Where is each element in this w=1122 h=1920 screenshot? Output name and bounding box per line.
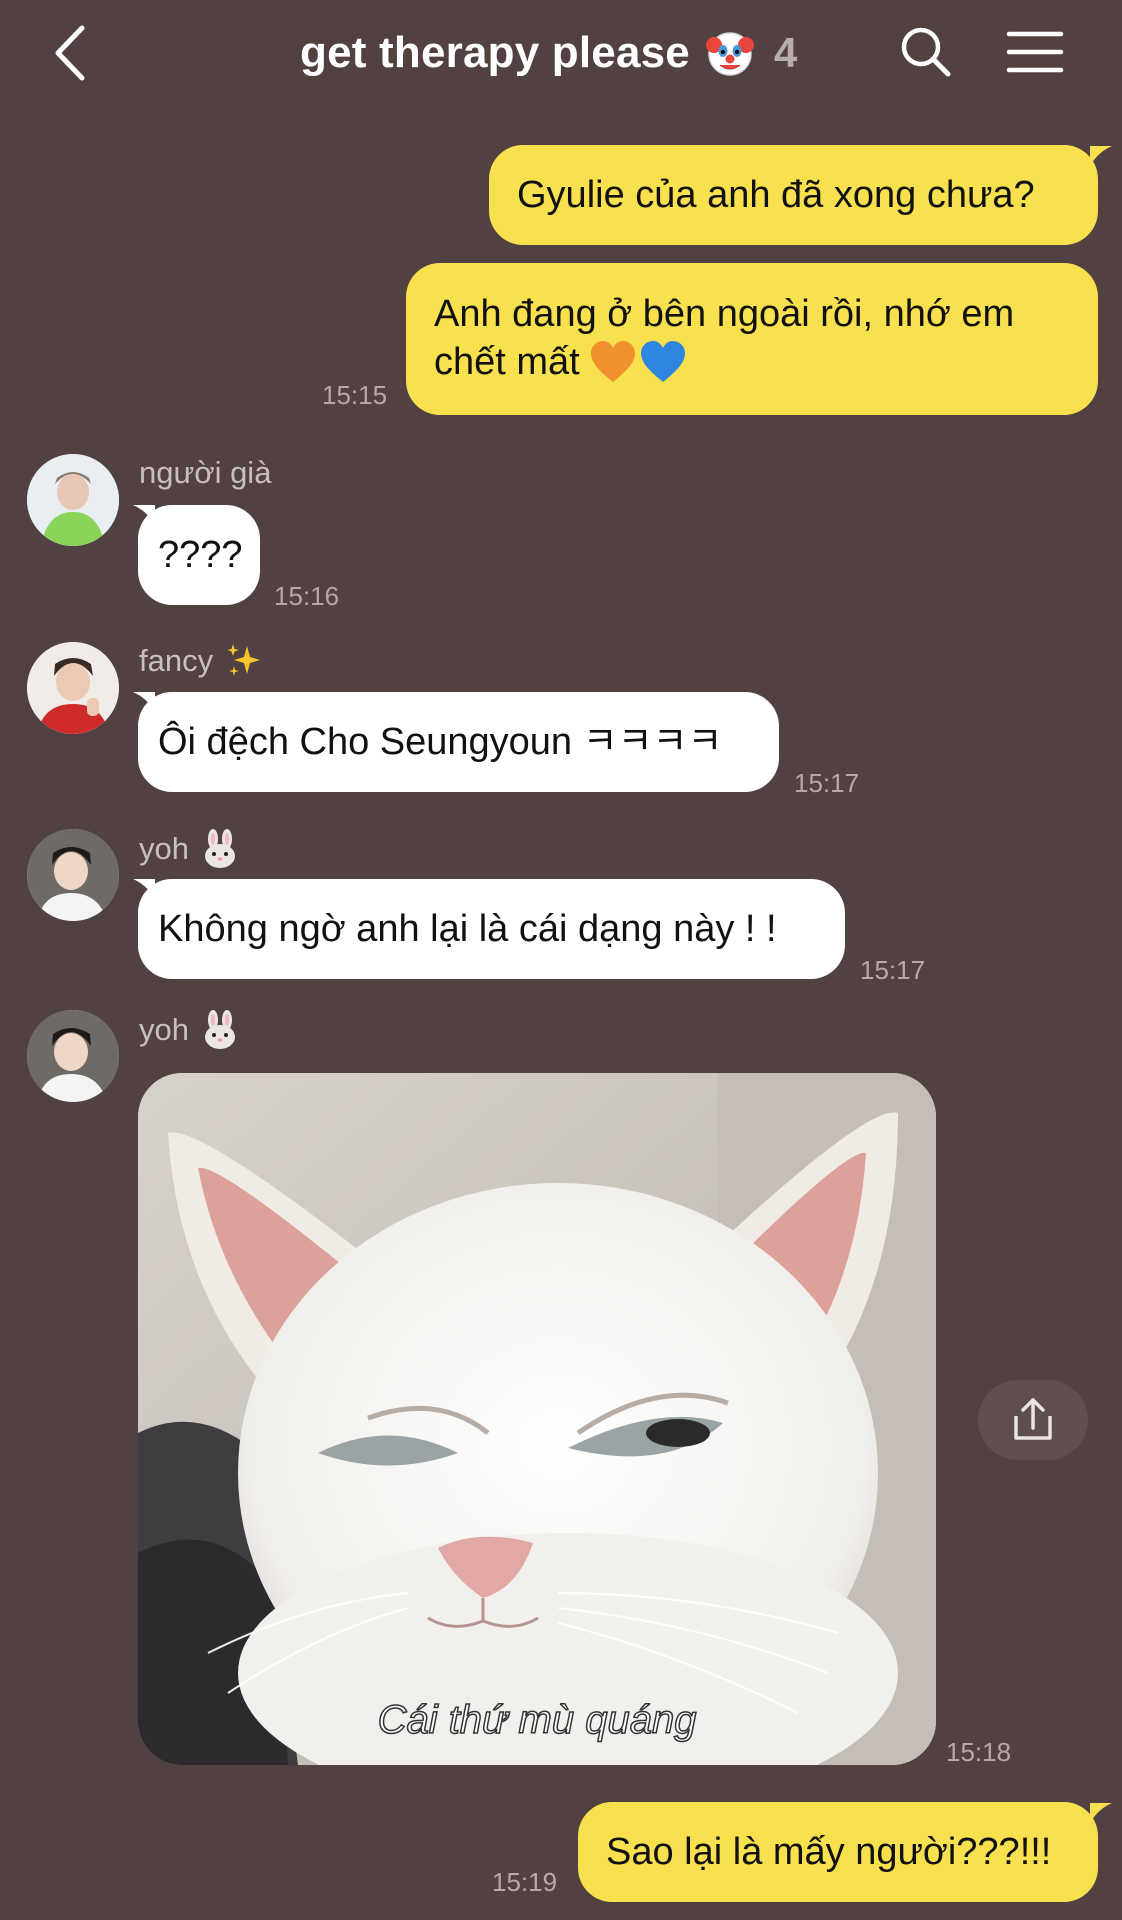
sparkles-icon [227, 644, 261, 676]
bubble-tail [133, 692, 155, 712]
sender-name: yoh [139, 1012, 189, 1047]
bubble-tail [133, 505, 155, 525]
avatar-image [27, 642, 119, 734]
message-timestamp: 15:19 [492, 1867, 558, 1897]
message-line: chết mất [434, 341, 580, 383]
message-timestamp: 15:15 [322, 380, 388, 410]
message-text: Ôi đệch Cho Seungyoun ㅋㅋㅋㅋ [158, 721, 723, 763]
sender-name: fancy [139, 643, 214, 678]
chat-header: get therapy please 4 [0, 0, 1122, 105]
cat-photo [138, 1073, 936, 1765]
avatar-image [27, 1010, 119, 1102]
sender-name-row: fancy [139, 642, 263, 680]
clown-face-icon [705, 32, 754, 76]
image-message[interactable]: Cái thứ mù quáng [138, 1073, 936, 1765]
hamburger-menu-icon [1006, 31, 1064, 73]
bubble-tail [1090, 146, 1112, 166]
rabbit-face-icon [204, 1010, 235, 1049]
sender-name-row: yoh [139, 829, 239, 869]
message-timestamp: 15:17 [860, 955, 926, 985]
message-timestamp: 15:16 [274, 581, 340, 611]
avatar[interactable] [27, 454, 119, 546]
sender-name: yoh [139, 831, 189, 866]
incoming-message-bubble[interactable]: Ôi đệch Cho Seungyoun ㅋㅋㅋㅋ [138, 692, 779, 792]
search-icon [901, 27, 951, 77]
share-icon [1014, 1398, 1052, 1440]
message-timestamp: 15:18 [946, 1737, 1012, 1767]
bubble-tail [133, 879, 155, 899]
image-caption: Cái thứ mù quáng [377, 1697, 697, 1743]
avatar[interactable] [27, 1010, 119, 1102]
incoming-message-bubble[interactable]: Không ngờ anh lại là cái dạng này ! ! [138, 879, 845, 979]
orange-heart-icon [590, 341, 635, 382]
blue-heart-icon [640, 341, 685, 382]
message-text: Không ngờ anh lại là cái dạng này ! ! [158, 908, 777, 950]
message-text: Sao lại là mấy người???!!! [606, 1831, 1052, 1873]
avatar[interactable] [27, 642, 119, 734]
chat-screen: get therapy please 4 Gyulie của anh đã x… [0, 0, 1122, 1920]
sender-name: người già [139, 455, 272, 490]
member-count: 4 [773, 29, 798, 76]
back-button[interactable] [44, 18, 104, 88]
chat-title-area[interactable]: get therapy please 4 [300, 22, 797, 84]
chevron-left-icon [55, 25, 85, 81]
menu-button[interactable] [1006, 24, 1064, 80]
outgoing-message-bubble[interactable]: Anh đang ở bên ngoài rồi, nhớ em chết mấ… [406, 263, 1098, 415]
rabbit-face-icon [204, 829, 235, 868]
outgoing-message-bubble[interactable]: Gyulie của anh đã xong chưa? [489, 145, 1098, 245]
search-button[interactable] [896, 22, 956, 82]
share-button[interactable] [978, 1380, 1088, 1460]
message-text: Gyulie của anh đã xong chưa? [517, 174, 1035, 216]
outgoing-message-bubble[interactable]: Sao lại là mấy người???!!! [578, 1802, 1098, 1902]
message-line: Anh đang ở bên ngoài rồi, nhớ em [434, 293, 1015, 335]
message-timestamp: 15:17 [794, 768, 860, 798]
chat-title: get therapy please [300, 28, 690, 77]
avatar[interactable] [27, 829, 119, 921]
bubble-tail [1090, 1803, 1112, 1823]
sender-name-row: yoh [139, 1010, 239, 1050]
avatar-image [27, 829, 119, 921]
message-text: ???? [158, 534, 243, 576]
avatar-image [27, 454, 119, 546]
incoming-message-bubble[interactable]: ???? [138, 505, 260, 605]
